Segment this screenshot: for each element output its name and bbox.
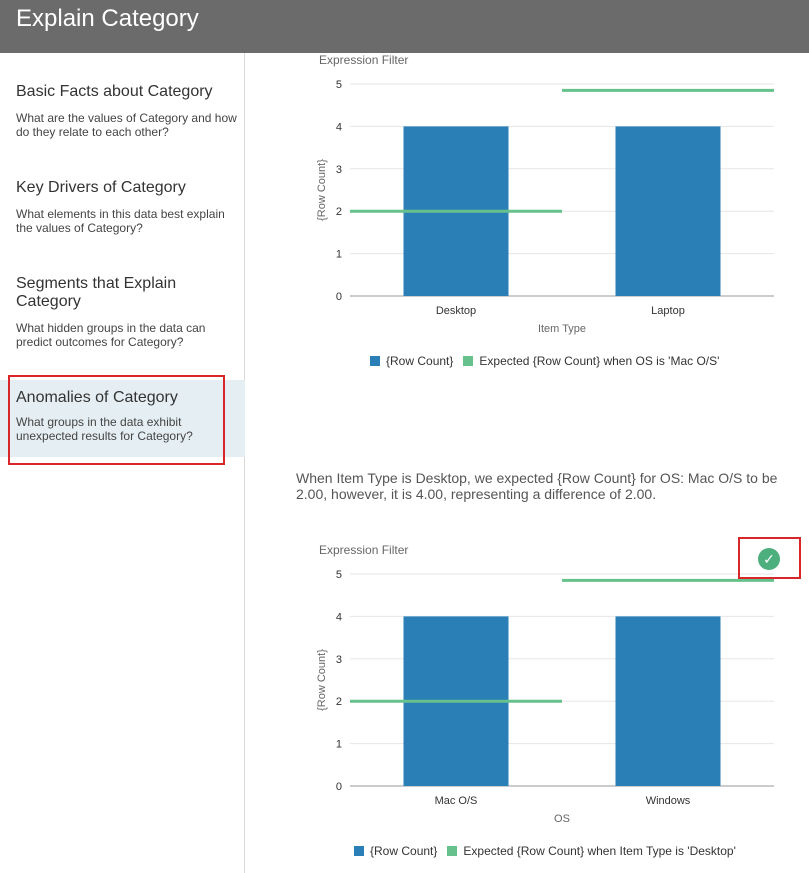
legend-item-row-count[interactable]: {Row Count} [370,354,453,368]
bar [615,616,721,786]
x-tick-label: Laptop [651,305,685,317]
chart-title: Expression Filter [319,53,408,67]
x-tick-label: Desktop [436,305,476,317]
y-tick-label: 5 [336,79,342,91]
sidebar-item-title: Key Drivers of Category [16,179,186,196]
anomaly-explanation: When Item Type is Desktop, we expected {… [296,470,778,502]
legend-label: {Row Count} [370,844,438,858]
y-tick-label: 0 [336,781,342,793]
x-axis-label: Item Type [538,323,586,335]
y-tick-label: 1 [336,249,342,261]
legend-item-expected[interactable]: Expected {Row Count} when Item Type is '… [447,844,736,858]
chart-svg: Expression Filter 0 1 2 3 4 5 {Row Count} Mac O/… [316,543,774,825]
chart-legend: {Row Count} Expected {Row Count} when Ite… [354,844,746,858]
legend-label: {Row Count} [386,354,454,368]
main-content: Expression Filter 0 1 2 3 4 5 {Row Count} Deskto… [246,53,809,873]
y-tick-label: 1 [336,739,342,751]
legend-label: Expected {Row Count} when OS is 'Mac O/S… [479,354,720,368]
y-tick-label: 3 [336,654,342,666]
legend-item-row-count[interactable]: {Row Count} [354,844,437,858]
y-tick-label: 2 [336,696,342,708]
chart-svg: Expression Filter 0 1 2 3 4 5 {Row Count} Deskto… [316,53,774,335]
y-tick-label: 0 [336,291,342,303]
title-bar: Explain Category [0,0,809,53]
sidebar-item-description: What hidden groups in the data can predi… [16,321,206,349]
y-tick-label: 2 [336,206,342,218]
y-axis-label: {Row Count} [316,159,328,221]
y-tick-label: 3 [336,164,342,176]
sidebar-item-description: What elements in this data best explain … [16,207,225,235]
y-tick-label: 4 [336,121,342,133]
y-axis-label: {Row Count} [316,649,328,711]
legend-item-expected[interactable]: Expected {Row Count} when OS is 'Mac O/S… [463,354,719,368]
x-tick-label: Mac O/S [435,795,478,807]
page-title: Explain Category [16,5,199,32]
sidebar-item-segments[interactable]: Segments that Explain Category What hidd… [0,275,245,349]
x-tick-label: Windows [646,795,691,807]
chart-legend: {Row Count} Expected {Row Count} when OS … [370,354,729,368]
sidebar-item-anomalies[interactable]: Anomalies of Category What groups in the… [0,380,245,457]
chart-os: Expression Filter 0 1 2 3 4 5 {Row Count} Mac O/… [246,543,809,873]
chart-item-type: Expression Filter 0 1 2 3 4 5 {Row Count} Deskto… [246,53,809,383]
bar [615,126,721,297]
sidebar-item-description: What are the values of Category and how … [16,111,237,139]
y-tick-label: 4 [336,611,342,623]
sidebar-item-title: Basic Facts about Category [16,83,213,100]
legend-label: Expected {Row Count} when Item Type is '… [463,844,736,858]
y-tick-label: 5 [336,569,342,581]
sidebar: Basic Facts about Category What are the … [0,53,245,873]
sidebar-item-description: What groups in the data exhibit unexpect… [16,415,193,443]
check-circle-icon[interactable]: ✓ [758,548,780,570]
chart-title: Expression Filter [319,543,408,557]
sidebar-item-key-drivers[interactable]: Key Drivers of Category What elements in… [0,179,245,235]
sidebar-item-title: Anomalies of Category [16,389,178,406]
legend-swatch [463,356,474,366]
x-axis-label: OS [554,813,570,825]
legend-swatch [447,846,458,856]
legend-swatch [354,846,364,856]
sidebar-item-basic-facts[interactable]: Basic Facts about Category What are the … [0,83,245,139]
sidebar-item-title: Segments that Explain Category [16,275,177,310]
legend-swatch [370,356,380,366]
